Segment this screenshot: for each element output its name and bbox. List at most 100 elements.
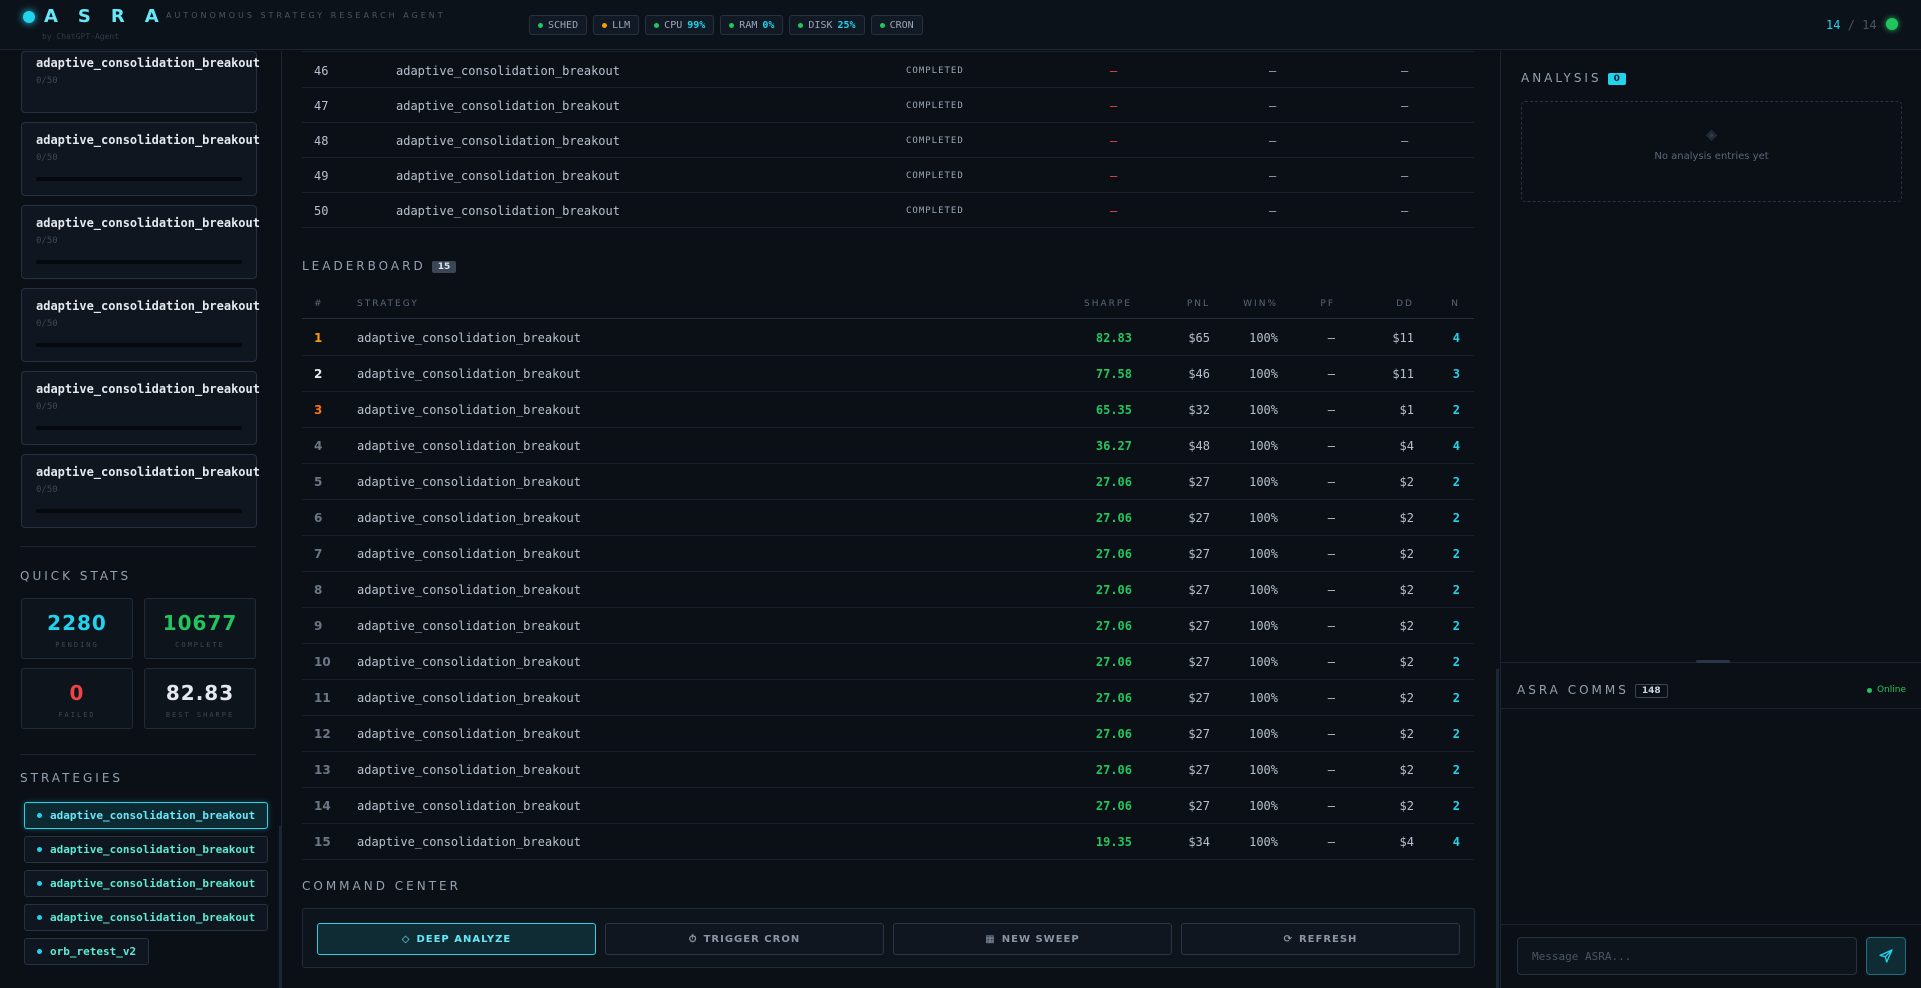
win-cell: 100% xyxy=(1249,547,1278,561)
leaderboard-row[interactable]: 5 adaptive_consolidation_breakout 27.06 $27… xyxy=(302,464,1474,500)
strategy-chip[interactable]: adaptive_consolidation_breakout xyxy=(24,836,269,863)
message-input[interactable] xyxy=(1517,937,1857,975)
sharpe-cell: 27.06 xyxy=(1095,727,1132,741)
sweep-card[interactable]: adaptive_consolidation_breakout 0/50 xyxy=(21,371,260,445)
stopwatch-icon: ⏱ xyxy=(688,933,698,945)
win-cell: 100% xyxy=(1249,619,1278,633)
win-cell: 100% xyxy=(1249,655,1278,669)
diamond-icon: ◈ xyxy=(1706,124,1717,145)
n-cell: 3 xyxy=(1452,367,1460,381)
sidebar-scrollbar[interactable] xyxy=(279,826,281,988)
leaderboard-row[interactable]: 10 adaptive_consolidation_breakout 27.06 $2… xyxy=(302,644,1474,680)
leaderboard-row[interactable]: 8 adaptive_consolidation_breakout 27.06 $27… xyxy=(302,572,1474,608)
strategy-cell: adaptive_consolidation_breakout xyxy=(357,439,581,453)
resize-handle[interactable] xyxy=(1696,660,1730,663)
strategy-chip[interactable]: adaptive_consolidation_breakout xyxy=(24,904,269,931)
strategy-cell: adaptive_consolidation_breakout xyxy=(357,583,581,597)
sharpe-cell: 27.06 xyxy=(1095,799,1132,813)
leaderboard-row[interactable]: 7 adaptive_consolidation_breakout 27.06 $27… xyxy=(302,536,1474,572)
leaderboard-row[interactable]: 2 adaptive_consolidation_breakout 77.58 $46… xyxy=(302,356,1474,392)
sweep-card[interactable]: adaptive_consolidation_breakout 0/50 xyxy=(21,454,260,528)
job-status: COMPLETED xyxy=(906,136,964,146)
strategy-chip[interactable]: adaptive_consolidation_breakout xyxy=(24,802,269,829)
pill-cpu[interactable]: CPU 99% xyxy=(645,15,715,35)
sweep-card[interactable]: adaptive_consolidation_breakout 0/50 xyxy=(21,51,260,113)
pill-llm[interactable]: LLM xyxy=(593,15,640,35)
leaderboard-row[interactable]: 14 adaptive_consolidation_breakout 27.06 $2… xyxy=(302,788,1474,824)
system-status-pills: SCHED LLM CPU 99% RAM 0% DISK 25% CRON xyxy=(529,15,923,35)
job-row[interactable]: 47 adaptive_consolidation_breakout COMPL… xyxy=(302,88,1474,123)
leaderboard-row[interactable]: 4 adaptive_consolidation_breakout 36.27 $48… xyxy=(302,428,1474,464)
deep-analyze-button[interactable]: ◇ DEEP ANALYZE xyxy=(317,923,596,955)
job-id: 47 xyxy=(314,99,329,113)
status-dot-icon xyxy=(879,22,885,28)
dd-cell: $2 xyxy=(1399,727,1414,741)
job-row[interactable]: 49 adaptive_consolidation_breakout COMPL… xyxy=(302,158,1474,193)
sweep-name: adaptive_consolidation_breakout xyxy=(36,56,260,70)
job-id: 48 xyxy=(314,134,329,148)
command-center-title: COMMAND CENTER xyxy=(302,879,461,893)
job-row[interactable]: 48 adaptive_consolidation_breakout COMPL… xyxy=(302,123,1474,158)
leaderboard-row[interactable]: 12 adaptive_consolidation_breakout 27.06 $2… xyxy=(302,716,1474,752)
strategy-cell: adaptive_consolidation_breakout xyxy=(357,367,581,381)
win-cell: 100% xyxy=(1249,439,1278,453)
analysis-title: ANALYSIS 0 xyxy=(1521,71,1626,85)
col-rank: # xyxy=(314,299,324,309)
leaderboard-row[interactable]: 1 adaptive_consolidation_breakout 82.83 $65… xyxy=(302,320,1474,356)
sweep-count: 0/50 xyxy=(36,485,58,495)
n-cell: 2 xyxy=(1452,799,1460,813)
pill-cron[interactable]: CRON xyxy=(870,15,923,35)
button-label: NEW SWEEP xyxy=(1001,933,1080,945)
rank-cell: 15 xyxy=(314,835,331,849)
sweep-count: 0/50 xyxy=(36,236,58,246)
leaderboard-row[interactable]: 11 adaptive_consolidation_breakout 27.06 $2… xyxy=(302,680,1474,716)
sweep-card[interactable]: adaptive_consolidation_breakout 0/50 xyxy=(21,122,260,196)
quick-stats-title: QUICK STATS xyxy=(20,569,132,583)
col-pf: PF xyxy=(1320,299,1335,309)
strategy-chip[interactable]: orb_retest_v2 xyxy=(24,938,150,965)
stat-value: 10677 xyxy=(162,611,238,635)
sweep-card[interactable]: adaptive_consolidation_breakout 0/50 xyxy=(21,205,260,279)
sweep-card[interactable]: adaptive_consolidation_breakout 0/50 xyxy=(21,288,260,362)
dd-cell: $2 xyxy=(1399,691,1414,705)
strategy-cell: adaptive_consolidation_breakout xyxy=(357,547,581,561)
refresh-button[interactable]: ⟳ REFRESH xyxy=(1181,923,1460,955)
trigger-cron-button[interactable]: ⏱ TRIGGER CRON xyxy=(605,923,884,955)
job-row[interactable]: 50 adaptive_consolidation_breakout COMPL… xyxy=(302,193,1474,228)
pf-cell: — xyxy=(1327,763,1335,777)
rank-cell: 2 xyxy=(314,367,323,381)
pill-disk[interactable]: DISK 25% xyxy=(789,15,865,35)
pill-ram[interactable]: RAM 0% xyxy=(720,15,784,35)
left-sidebar: adaptive_consolidation_breakout 0/50 ada… xyxy=(0,51,282,988)
strategy-chip[interactable]: adaptive_consolidation_breakout xyxy=(24,870,269,897)
sharpe-cell: 27.06 xyxy=(1095,691,1132,705)
main-scrollbar[interactable] xyxy=(1496,669,1499,988)
strategy-cell: adaptive_consolidation_breakout xyxy=(357,619,581,633)
leaderboard-row[interactable]: 13 adaptive_consolidation_breakout 27.06 $2… xyxy=(302,752,1474,788)
leaderboard-row[interactable]: 6 adaptive_consolidation_breakout 27.06 $27… xyxy=(302,500,1474,536)
rank-cell: 10 xyxy=(314,655,331,669)
job-status: COMPLETED xyxy=(906,66,964,76)
strategies-title: STRATEGIES xyxy=(20,771,124,785)
leaderboard-row[interactable]: 15 adaptive_consolidation_breakout 19.35 $3… xyxy=(302,824,1474,860)
rank-cell: 14 xyxy=(314,799,331,813)
pill-sched[interactable]: SCHED xyxy=(529,15,588,35)
job-metric-2: — xyxy=(1269,169,1277,183)
send-icon xyxy=(1879,949,1893,963)
strategy-dot-icon xyxy=(37,847,42,852)
job-id: 49 xyxy=(314,169,329,183)
pf-cell: — xyxy=(1327,727,1335,741)
dd-cell: $1 xyxy=(1399,403,1414,417)
strategy-name: adaptive_consolidation_breakout xyxy=(50,911,256,924)
job-row[interactable]: 46 adaptive_consolidation_breakout COMPL… xyxy=(302,53,1474,88)
job-status: COMPLETED xyxy=(906,101,964,111)
sharpe-cell: 77.58 xyxy=(1095,367,1132,381)
leaderboard-row[interactable]: 9 adaptive_consolidation_breakout 27.06 $27… xyxy=(302,608,1474,644)
grid-icon: ▦ xyxy=(985,933,996,945)
pnl-cell: $46 xyxy=(1188,367,1210,381)
new-sweep-button[interactable]: ▦ NEW SWEEP xyxy=(893,923,1172,955)
send-button[interactable] xyxy=(1866,937,1906,975)
leaderboard-row[interactable]: 3 adaptive_consolidation_breakout 65.35 $32… xyxy=(302,392,1474,428)
comms-count-badge: 148 xyxy=(1634,683,1668,698)
status-dot-icon xyxy=(602,22,608,28)
